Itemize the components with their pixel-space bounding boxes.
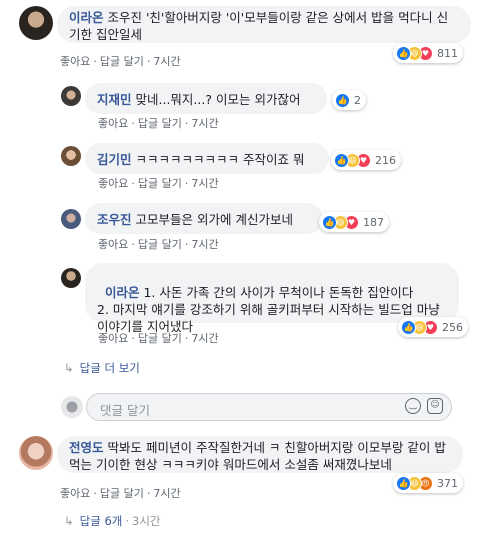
reaction-summary[interactable]: 👍 2 [332, 90, 366, 110]
replies-time: 3시간 [132, 514, 161, 528]
reaction-count: 187 [363, 215, 384, 229]
timestamp[interactable]: 7시간 [191, 332, 218, 345]
reply-button[interactable]: 답글 달기 [138, 177, 182, 190]
like-reaction-icon: 👍 [396, 45, 411, 61]
comment-bubble: 이라온 조우진 '친'할아버지랑 '이'모부들이랑 같은 상에서 밥을 먹다니 신… [57, 6, 471, 43]
comment-author[interactable]: 지재민 [97, 92, 132, 107]
timestamp[interactable]: 7시간 [153, 55, 180, 68]
timestamp[interactable]: 7시간 [191, 117, 218, 130]
like-reaction-icon: 👍 [401, 319, 416, 335]
reply-input[interactable]: 댓글 달기 [100, 400, 150, 419]
like-reaction-icon: 👍 [322, 214, 337, 230]
reply-button[interactable]: 답글 달기 [138, 238, 182, 251]
like-button[interactable]: 좋아요 [98, 177, 128, 190]
replies-count-link[interactable]: ↳ 답글 6개 · 3시간 [64, 513, 161, 529]
reply-bubble: 이라온 1. 사돈 가족 간의 사이가 무척이나 돈독한 집안이다 2. 마지막 … [85, 263, 459, 334]
timestamp[interactable]: 7시간 [191, 177, 218, 190]
replies-count: 답글 6개 [79, 514, 123, 528]
comment-text: 맞네...뭐지...? 이모는 외가잖어 [135, 92, 301, 107]
reaction-summary[interactable]: 👍 😆 ♥ 811 [393, 43, 463, 63]
current-user-avatar [61, 396, 83, 418]
comment-text: 1. 사돈 가족 간의 사이가 무척이나 돈독한 집안이다 2. 마지막 얘기를… [97, 285, 440, 334]
comment-author[interactable]: 조우진 [97, 212, 132, 227]
like-reaction-icon: 👍 [334, 152, 349, 168]
reaction-summary[interactable]: 👍 😆 😠 371 [393, 473, 463, 493]
comment-author[interactable]: 전영도 [69, 440, 104, 455]
comment-actions: 좋아요 · 답글 달기 · 7시간 [98, 238, 219, 251]
comment-actions: 좋아요 · 답글 달기 · 7시간 [60, 487, 181, 500]
comment-actions: 좋아요 · 답글 달기 · 7시간 [98, 117, 219, 130]
avatar[interactable] [19, 6, 53, 40]
reply-arrow-icon: ↳ [64, 361, 74, 375]
reaction-count: 811 [437, 46, 458, 60]
like-reaction-icon: 👍 [335, 92, 350, 108]
like-button[interactable]: 좋아요 [60, 487, 90, 500]
avatar[interactable] [61, 146, 81, 166]
sticker-icon[interactable]: ☺ [427, 398, 443, 414]
reply-button[interactable]: 답글 달기 [100, 55, 144, 68]
reply-button[interactable]: 답글 달기 [138, 332, 182, 345]
more-replies-label: 답글 더 보기 [79, 361, 140, 375]
reply-bubble: 조우진 고모부들은 외가에 계신가보네 [85, 203, 323, 234]
comment-text: 조우진 '친'할아버지랑 '이'모부들이랑 같은 상에서 밥을 먹다니 신기한 … [69, 10, 449, 42]
avatar[interactable] [61, 86, 81, 106]
like-button[interactable]: 좋아요 [60, 55, 90, 68]
reaction-count: 216 [375, 153, 396, 167]
reply-button[interactable]: 답글 달기 [138, 117, 182, 130]
comment-actions: 좋아요 · 답글 달기 · 7시간 [98, 332, 219, 345]
like-button[interactable]: 좋아요 [98, 117, 128, 130]
comment-author[interactable]: 김기민 [97, 152, 132, 167]
like-reaction-icon: 👍 [396, 475, 411, 491]
comment-actions: 좋아요 · 답글 달기 · 7시간 [60, 55, 181, 68]
reaction-summary[interactable]: 👍 😆 ♥ 256 [398, 317, 468, 337]
timestamp[interactable]: 7시간 [191, 238, 218, 251]
more-replies-link[interactable]: ↳ 답글 더 보기 [64, 360, 140, 376]
avatar[interactable] [19, 436, 53, 470]
reaction-summary[interactable]: 👍 😆 ♥ 216 [331, 150, 401, 170]
reply-arrow-icon: ↳ [64, 514, 74, 528]
comment-actions: 좋아요 · 답글 달기 · 7시간 [98, 177, 219, 190]
comment-author[interactable]: 이라온 [69, 10, 104, 25]
reply-button[interactable]: 답글 달기 [100, 487, 144, 500]
reaction-count: 256 [442, 320, 463, 334]
reply-bubble: 김기민 ㅋㅋㅋㅋㅋㅋㅋㅋㅋ 주작이죠 뭐 [85, 143, 329, 174]
timestamp[interactable]: 7시간 [153, 487, 180, 500]
comment-text: 딱봐도 페미년이 주작질한거네 ㅋ 친할아버지랑 이모부랑 같이 밥먹는 기이한… [69, 440, 446, 472]
comment-text: ㅋㅋㅋㅋㅋㅋㅋㅋㅋ 주작이죠 뭐 [135, 152, 305, 167]
reaction-summary[interactable]: 👍 😆 ♥ 187 [319, 212, 389, 232]
avatar[interactable] [61, 268, 81, 288]
comment-text: 고모부들은 외가에 계신가보네 [135, 212, 293, 227]
like-button[interactable]: 좋아요 [98, 332, 128, 345]
comment-bubble: 전영도 딱봐도 페미년이 주작질한거네 ㅋ 친할아버지랑 이모부랑 같이 밥먹는 … [57, 436, 463, 473]
like-button[interactable]: 좋아요 [98, 238, 128, 251]
reply-input-box[interactable]: 댓글 달기 ‿ ☺ [86, 393, 452, 421]
avatar[interactable] [61, 209, 81, 229]
reply-bubble: 지재민 맞네...뭐지...? 이모는 외가잖어 [85, 83, 327, 114]
reaction-count: 371 [437, 476, 458, 490]
comment-author[interactable]: 이라온 [105, 285, 140, 300]
reaction-count: 2 [354, 93, 361, 107]
emoji-icon[interactable]: ‿ [405, 398, 421, 414]
